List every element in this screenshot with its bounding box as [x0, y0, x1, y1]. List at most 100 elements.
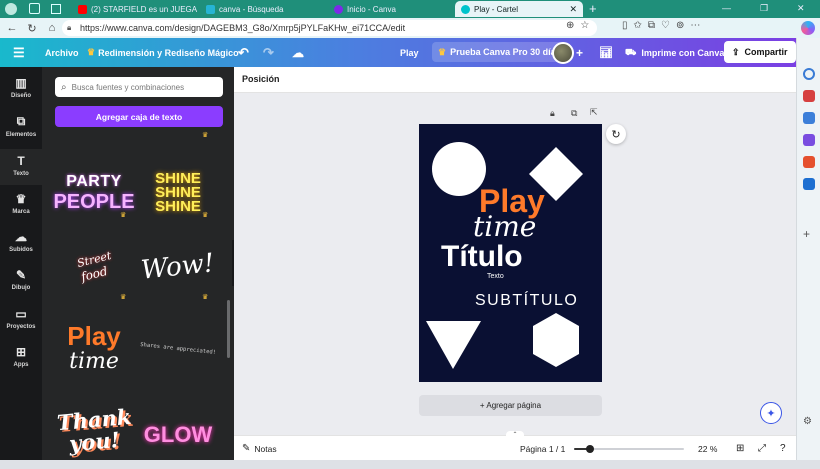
main-menu-button[interactable]: ☰	[13, 38, 25, 67]
upload-cloud-icon: ☁	[15, 230, 27, 244]
fullscreen-icon[interactable]: ⤢	[758, 436, 766, 461]
share-button[interactable]: ⇪ Compartir	[724, 41, 796, 63]
tools-icon[interactable]	[803, 112, 815, 124]
add-page-button[interactable]: + Agregar página	[419, 395, 602, 416]
browser-tab-starfield[interactable]: (2) STARFIELD es un JUEGAZ	[72, 1, 197, 17]
browser-tab-play-cartel[interactable]: Play - Cartel ✕	[455, 1, 583, 17]
tab-label: Play - Cartel	[474, 4, 519, 14]
rail-item-diseno[interactable]: ▥ Diseño	[0, 76, 42, 106]
rail-item-texto[interactable]: T Texto	[0, 149, 42, 185]
design-subtitle-text[interactable]: SUBTÍTULO	[475, 292, 578, 310]
shopping-icon[interactable]	[803, 90, 815, 102]
browser-tab-inicio-canva[interactable]: Inicio - Canva	[328, 1, 453, 17]
install-app-icon[interactable]: ⊕	[566, 20, 574, 31]
split-screen-icon[interactable]: ▯	[622, 20, 628, 31]
notes-label: Notas	[254, 443, 277, 454]
magic-resize-button[interactable]: ♛ Redimensión y Rediseño Mágico	[87, 38, 239, 67]
text-icon: T	[17, 154, 25, 168]
rail-item-marca[interactable]: ♛ Marca	[0, 192, 42, 222]
rail-item-subidos[interactable]: ☁ Subidos	[0, 230, 42, 260]
add-sidebar-app-icon[interactable]: +	[803, 228, 815, 240]
outlook-icon[interactable]	[803, 178, 815, 190]
rail-item-apps[interactable]: ⊞ Apps	[0, 345, 42, 375]
lock-icon: 🔒︎	[67, 23, 72, 32]
time-text: time	[69, 349, 119, 374]
workspaces-icon[interactable]	[29, 3, 40, 14]
home-icon[interactable]: ⌂	[44, 20, 60, 36]
tab-actions-icon[interactable]	[51, 4, 61, 14]
crown-icon: ♛	[438, 46, 447, 57]
avatar[interactable]	[552, 42, 574, 64]
games-icon[interactable]	[803, 134, 815, 146]
grid-view-icon[interactable]: ⊞	[736, 436, 744, 461]
back-arrow-icon[interactable]: ←	[4, 20, 20, 36]
design-title[interactable]: Play	[400, 38, 419, 67]
close-tab-icon[interactable]: ✕	[569, 4, 577, 15]
notes-button[interactable]: ✎ Notas	[242, 436, 277, 461]
more-menu-icon[interactable]: ⋯	[690, 20, 700, 31]
zoom-slider[interactable]	[574, 445, 684, 453]
tab-label: Inicio - Canva	[347, 4, 396, 14]
refresh-icon[interactable]: ↻	[24, 20, 40, 36]
downloads-icon[interactable]: ⊚	[676, 20, 684, 31]
address-bar-row: ← ↻ ⌂ 🔒︎ https://www.canva.com/design/DA…	[0, 18, 820, 38]
minimize-button[interactable]: —	[722, 3, 731, 13]
sidebar-settings-icon[interactable]: ⚙	[803, 416, 815, 428]
cloud-saved-icon[interactable]: ☁	[292, 38, 304, 67]
magic-resize-label: Redimensión y Rediseño Mágico	[98, 47, 239, 58]
rotate-refresh-button[interactable]: ↻	[606, 124, 626, 144]
copilot-icon[interactable]	[801, 21, 815, 35]
office-icon[interactable]	[803, 156, 815, 168]
close-window-button[interactable]: ✕	[797, 3, 805, 14]
position-button[interactable]: Posición	[242, 74, 280, 84]
add-collaborator-icon[interactable]: +	[576, 38, 583, 67]
share-page-icon[interactable]: ⇱	[590, 107, 598, 118]
text-style-card-wow[interactable]: Wow!	[139, 233, 217, 301]
panel-scrollbar[interactable]	[227, 300, 230, 358]
design-title-text[interactable]: Título	[441, 241, 523, 273]
design-body-text[interactable]: Texto	[487, 273, 504, 280]
new-tab-button[interactable]: +	[589, 1, 597, 16]
design-icon: ▥	[15, 76, 27, 90]
font-search-input[interactable]: ⌕ Busca fuentes y combinaciones	[55, 77, 223, 97]
help-icon[interactable]: ?	[780, 436, 786, 461]
page-indicator[interactable]: Página 1 / 1	[520, 436, 565, 461]
url-bar-actions: ⊕ ☆	[566, 20, 589, 31]
text-style-card-play-time[interactable]: Play time	[55, 315, 133, 383]
editor-footer: ✎ Notas ⌃ Página 1 / 1 22 % ⊞ ⤢ ?	[234, 431, 796, 461]
canva-pro-trial-button[interactable]: ♛ Prueba Canva Pro 30 días	[432, 42, 567, 62]
browser-profile-icon[interactable]	[5, 3, 17, 15]
undo-icon[interactable]: ↶	[238, 38, 249, 67]
rail-label: Elementos	[5, 132, 37, 138]
archivo-menu[interactable]: Archivo	[45, 38, 79, 67]
text-style-card-shares[interactable]: Shares are appreciated!	[139, 315, 217, 383]
text-style-card-thank-you[interactable]: Thank you!	[55, 397, 133, 465]
extensions-icon[interactable]: ♡	[661, 20, 670, 31]
add-text-box-button[interactable]: Agregar caja de texto	[55, 106, 223, 127]
collections-icon[interactable]: ⧉	[648, 20, 655, 31]
text-style-card-street-food[interactable]: Street food	[55, 233, 133, 301]
redo-icon[interactable]: ↷	[263, 38, 274, 67]
rail-item-proyectos[interactable]: ▭ Proyectos	[0, 307, 42, 337]
browser-tab-canva-search[interactable]: canva - Búsqueda	[200, 1, 325, 17]
insights-chart-icon[interactable]: 📊︎	[599, 38, 613, 67]
browser-toolbar-actions: ▯ ✩ ⧉ ♡ ⊚ ⋯	[622, 20, 700, 31]
favorites-icon[interactable]: ✩	[634, 20, 642, 31]
lock-page-icon[interactable]: 🔒︎	[550, 108, 555, 119]
url-input[interactable]: 🔒︎ https://www.canva.com/design/DAGEBM3_…	[62, 20, 597, 36]
rail-item-elementos[interactable]: ⧉ Elementos	[0, 114, 42, 144]
maximize-button[interactable]: ❐	[760, 3, 768, 14]
magic-assistant-button[interactable]: ✦	[760, 402, 782, 424]
text-style-card-glow[interactable]: GLOW	[139, 401, 217, 469]
search-sidebar-icon[interactable]	[803, 68, 815, 80]
favorite-star-icon[interactable]: ☆	[580, 20, 589, 31]
rail-item-dibujo[interactable]: ✎ Dibujo	[0, 268, 42, 298]
design-time-text[interactable]: time	[473, 212, 536, 242]
zoom-slider-thumb[interactable]	[586, 445, 595, 453]
zoom-level[interactable]: 22 %	[698, 436, 717, 461]
wow-text: Wow!	[139, 248, 217, 286]
shine-text-3: SHINE	[155, 198, 201, 215]
design-page[interactable]: Play time Título Texto SUBTÍTULO	[419, 124, 602, 382]
duplicate-page-icon[interactable]: ⧉	[571, 108, 577, 119]
print-with-canva-button[interactable]: ⛟ Imprime con Canva	[625, 38, 724, 67]
